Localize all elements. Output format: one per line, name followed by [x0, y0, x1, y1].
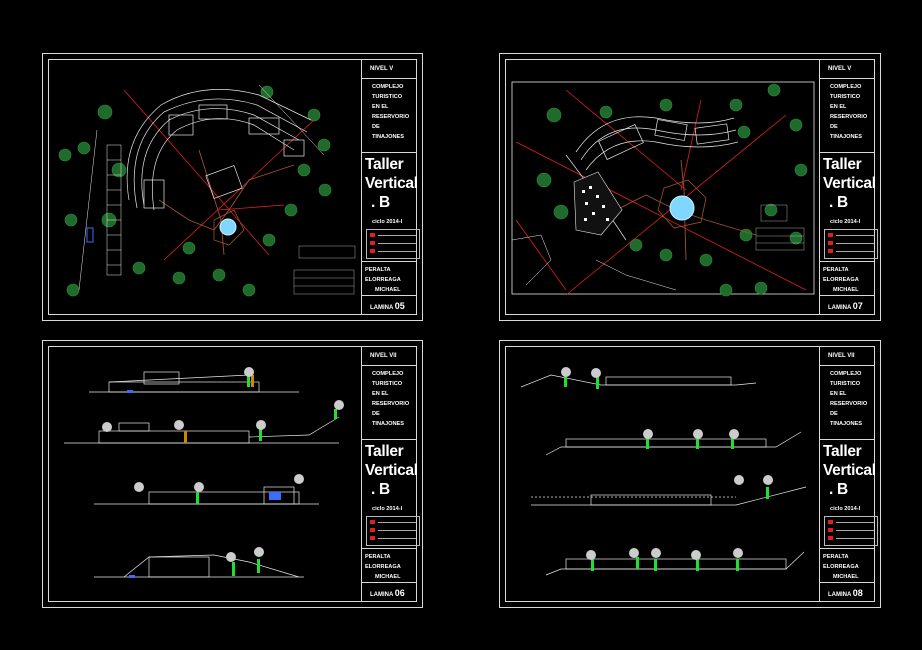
sheet-number: LAMINA 07 [828, 301, 863, 311]
cycle-label: ciclo 2014-I [372, 506, 403, 512]
elevation-1 [89, 371, 299, 393]
course-title: Taller Vertical. B [823, 156, 876, 211]
project-name: COMPLEJO TURISTICO EN EL RESERVORIO DE TINAJO… [830, 371, 868, 427]
level-label: NIVEL V [370, 66, 394, 72]
elevation-3 [531, 486, 807, 506]
trees [58, 85, 332, 297]
cycle-label: ciclo 2014-I [372, 219, 403, 225]
elevation-2 [545, 431, 802, 456]
access-road [511, 234, 677, 291]
legend-swatch [828, 249, 833, 253]
sheet-lamina-06[interactable]: NIVEL VII COMPLEJO TURISTICO EN EL RESERVOR… [42, 340, 423, 608]
author-name: PERALTA ELORREAGA MICHAEL [823, 267, 859, 293]
course-title: Taller Vertical. B [823, 443, 876, 498]
sheet-lamina-08[interactable]: NIVEL VII COMPLEJO TURISTICO EN EL RESERVOR… [499, 340, 881, 608]
tree-silhouettes [102, 367, 344, 562]
legend-line [836, 538, 874, 539]
site-plan-drawing [58, 84, 356, 297]
legend-swatch [370, 233, 375, 237]
level-label: NIVEL VII [828, 353, 855, 359]
legend-line [378, 522, 416, 523]
legend-line [378, 251, 416, 252]
legend-swatch [370, 536, 375, 540]
cycle-label: ciclo 2014-I [830, 219, 861, 225]
car-icon [86, 227, 94, 243]
level-label: NIVEL V [828, 66, 852, 72]
data-tables [293, 245, 356, 295]
axes [515, 89, 807, 296]
author-name: PERALTA ELORREAGA MICHAEL [365, 267, 401, 293]
project-name: COMPLEJO TURISTICO EN EL RESERVORIO DE TINAJO… [372, 371, 410, 427]
legend-line [378, 538, 416, 539]
title-block: NIVEL V COMPLEJO TURISTICO EN EL RESERVORIO… [361, 59, 420, 315]
sheet-number: LAMINA 08 [828, 588, 863, 598]
elevation-4 [94, 554, 304, 578]
green-figures [564, 375, 769, 571]
axes [123, 89, 315, 261]
level-label: NIVEL VII [370, 353, 397, 359]
fountain-icon [669, 195, 695, 221]
project-name: COMPLEJO TURISTICO EN EL RESERVORIO DE TINAJO… [372, 84, 410, 140]
cycle-label: ciclo 2014-I [830, 506, 861, 512]
legend-swatch [370, 241, 375, 245]
elevation-1 [520, 374, 757, 388]
sheet-number: LAMINA 05 [370, 301, 405, 311]
legend-swatch [370, 528, 375, 532]
legend-swatch [828, 528, 833, 532]
accent-figures [184, 375, 254, 443]
legend-line [836, 522, 874, 523]
legend-swatch [828, 241, 833, 245]
green-figures [196, 375, 337, 576]
legend-box [824, 516, 878, 546]
author-name: PERALTA ELORREAGA MICHAEL [823, 554, 859, 580]
author-name: PERALTA ELORREAGA MICHAEL [365, 554, 401, 580]
title-block: NIVEL V COMPLEJO TURISTICO EN EL RESERVORIO… [819, 59, 878, 315]
elevations-drawing [520, 367, 807, 576]
legend-swatch [370, 520, 375, 524]
seating-block [573, 171, 623, 236]
course-title: Taller Vertical. B [365, 443, 418, 498]
elevation-3 [94, 486, 319, 505]
legend-swatch [828, 536, 833, 540]
legend-box [366, 229, 420, 259]
sheet-lamina-05[interactable]: NIVEL V COMPLEJO TURISTICO EN EL RESERVORIO… [42, 53, 423, 321]
legend-box [366, 516, 420, 546]
legend-line [836, 251, 874, 252]
elevation-4 [545, 551, 805, 576]
legend-box [824, 229, 878, 259]
legend-line [836, 530, 874, 531]
title-block: NIVEL VII COMPLEJO TURISTICO EN EL RESERVOR… [819, 346, 878, 602]
sheet-lamina-07[interactable]: NIVEL V COMPLEJO TURISTICO EN EL RESERVORIO… [499, 53, 881, 321]
legend-line [378, 530, 416, 531]
building-plan [126, 89, 312, 211]
legend-line [378, 243, 416, 244]
legend-line [378, 235, 416, 236]
legend-swatch [828, 233, 833, 237]
course-title: Taller Vertical. B [365, 156, 418, 211]
tree-silhouettes [561, 367, 773, 560]
parking-strip [78, 84, 325, 291]
legend-line [836, 235, 874, 236]
fountain-icon [219, 218, 237, 236]
title-block: NIVEL VII COMPLEJO TURISTICO EN EL RESERVOR… [361, 346, 420, 602]
legend-swatch [828, 520, 833, 524]
site-plan-drawing [511, 81, 815, 297]
sheet-number: LAMINA 06 [370, 588, 405, 598]
project-name: COMPLEJO TURISTICO EN EL RESERVORIO DE TINAJO… [830, 84, 868, 140]
legend-line [836, 243, 874, 244]
legend-swatch [370, 249, 375, 253]
elevations-drawing [64, 367, 344, 578]
